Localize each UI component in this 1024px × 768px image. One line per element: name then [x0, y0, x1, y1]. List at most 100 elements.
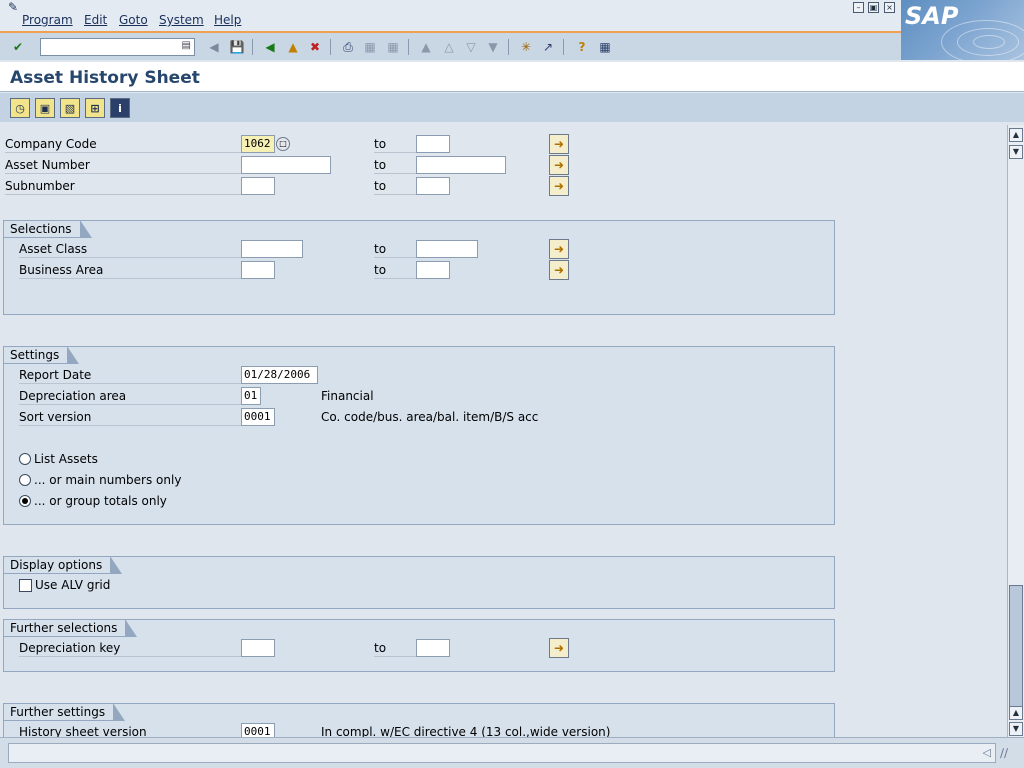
menu-help[interactable]: Help: [214, 13, 241, 27]
ripple-decoration: [973, 35, 1005, 49]
main-numbers-label[interactable]: ... or main numbers only: [34, 473, 181, 487]
asset-number-label: Asset Number: [5, 157, 241, 174]
multiple-selection-button[interactable]: ➜: [549, 155, 569, 175]
report-date-label: Report Date: [19, 367, 241, 384]
window-menu-icon[interactable]: ✎: [8, 0, 18, 14]
selection-options-icon[interactable]: ▧: [60, 98, 80, 118]
subnumber-from-input[interactable]: [241, 177, 275, 195]
scroll-thumb[interactable]: [1009, 585, 1023, 707]
business-area-label: Business Area: [19, 262, 241, 279]
business-area-from-input[interactable]: [241, 261, 275, 279]
subnumber-to-label: to: [374, 178, 416, 195]
toolbar-separator: [563, 39, 564, 55]
find-icon[interactable]: ▦: [361, 38, 379, 56]
get-variant-icon[interactable]: ▣: [35, 98, 55, 118]
report-date-input[interactable]: 01/28/2006: [241, 366, 318, 384]
shortcut-icon[interactable]: ↗: [539, 38, 557, 56]
dynamic-selections-icon[interactable]: ⊞: [85, 98, 105, 118]
depreciation-key-to-input[interactable]: [416, 639, 450, 657]
company-code-to-label: to: [374, 136, 416, 153]
multiple-selection-button[interactable]: ➜: [549, 260, 569, 280]
command-field[interactable]: ▤: [40, 38, 195, 56]
info-icon[interactable]: i: [110, 98, 130, 118]
alv-grid-checkbox[interactable]: [19, 579, 32, 592]
radio-selected-dot: [22, 498, 28, 504]
page-up-icon[interactable]: ▼: [1009, 145, 1023, 159]
status-expand-icon[interactable]: ◁: [983, 746, 991, 759]
scroll-down-icon[interactable]: ▼: [1009, 722, 1023, 736]
minimize-icon[interactable]: –: [853, 2, 864, 13]
title-bar: Asset History Sheet: [0, 62, 1024, 92]
further-settings-group-title: Further settings: [3, 703, 126, 721]
group-totals-radio[interactable]: [19, 495, 31, 507]
main-numbers-radio[interactable]: [19, 474, 31, 486]
next-page-icon[interactable]: ▽: [462, 38, 480, 56]
enter-icon[interactable]: ✔: [9, 38, 27, 56]
help-icon[interactable]: ?: [573, 38, 591, 56]
print-icon[interactable]: ⎙: [339, 38, 357, 56]
asset-number-to-input[interactable]: [416, 156, 506, 174]
previous-page-icon[interactable]: △: [440, 38, 458, 56]
layout-menu-icon[interactable]: ▦: [596, 38, 614, 56]
multiple-selection-button[interactable]: ➜: [549, 134, 569, 154]
company-code-label: Company Code: [5, 136, 241, 153]
sort-version-input[interactable]: 0001: [241, 408, 275, 426]
asset-class-from-input[interactable]: [241, 240, 303, 258]
multiple-selection-button[interactable]: ➜: [549, 239, 569, 259]
status-message-field: ◁: [8, 743, 996, 763]
exit-icon[interactable]: ▲: [284, 38, 302, 56]
depreciation-key-from-input[interactable]: [241, 639, 275, 657]
menu-goto[interactable]: Goto: [119, 13, 148, 27]
status-bar: ◁ ∕∕: [0, 737, 1024, 768]
application-toolbar: ◷ ▣ ▧ ⊞ i: [0, 93, 1024, 122]
company-code-from-input[interactable]: 1062: [241, 135, 275, 153]
sap-brand-area: SAP: [901, 0, 1024, 60]
multiple-selection-button[interactable]: ➜: [549, 176, 569, 196]
save-icon[interactable]: 💾: [228, 38, 246, 56]
history-sheet-version-label: History sheet version: [19, 724, 241, 737]
maximize-icon[interactable]: ▣: [868, 2, 879, 13]
list-assets-radio[interactable]: [19, 453, 31, 465]
menu-program[interactable]: Program: [22, 13, 73, 27]
value-help-icon[interactable]: □: [276, 137, 290, 151]
menu-system[interactable]: System: [159, 13, 204, 27]
close-window-icon[interactable]: ×: [884, 2, 895, 13]
depreciation-area-label: Depreciation area: [19, 388, 241, 405]
back-arrow-icon[interactable]: ◀: [205, 38, 223, 56]
history-sheet-version-input[interactable]: 0001: [241, 723, 275, 737]
list-assets-label[interactable]: List Assets: [34, 452, 98, 466]
business-area-to-input[interactable]: [416, 261, 450, 279]
asset-number-from-input[interactable]: [241, 156, 331, 174]
group-totals-label[interactable]: ... or group totals only: [34, 494, 167, 508]
sap-logo: SAP: [905, 2, 959, 30]
back-icon[interactable]: ◀: [261, 38, 279, 56]
find-next-icon[interactable]: ▦: [384, 38, 402, 56]
scroll-up-icon[interactable]: ▲: [1009, 128, 1023, 142]
system-toolbar: ✔ ▤ ◀ 💾 ◀ ▲ ✖ ⎙ ▦ ▦ ▲ △ ▽ ▼ ✳ ↗ ? ▦: [0, 31, 901, 60]
alv-grid-label[interactable]: Use ALV grid: [35, 578, 110, 592]
subnumber-to-input[interactable]: [416, 177, 450, 195]
create-session-icon[interactable]: ✳: [517, 38, 535, 56]
execute-icon[interactable]: ◷: [10, 98, 30, 118]
menu-edit[interactable]: Edit: [84, 13, 107, 27]
depreciation-key-label: Depreciation key: [19, 640, 241, 657]
menu-bar: ✎ Program Edit Goto System Help – ▣ ×: [0, 0, 1024, 31]
first-page-icon[interactable]: ▲: [417, 38, 435, 56]
company-code-to-input[interactable]: [416, 135, 450, 153]
last-page-icon[interactable]: ▼: [484, 38, 502, 56]
asset-number-to-label: to: [374, 157, 416, 174]
command-history-icon[interactable]: ▤: [182, 40, 191, 51]
selections-group: Selections Asset Class to ➜ Business Are…: [3, 220, 835, 315]
page-down-icon[interactable]: ▲: [1009, 706, 1023, 720]
multiple-selection-button[interactable]: ➜: [549, 638, 569, 658]
sort-version-label: Sort version: [19, 409, 241, 426]
history-sheet-version-description: In compl. w/EC directive 4 (13 col.,wide…: [321, 725, 611, 737]
asset-class-to-input[interactable]: [416, 240, 478, 258]
cancel-icon[interactable]: ✖: [306, 38, 324, 56]
vertical-scrollbar[interactable]: ▲ ▼ ▲ ▼: [1007, 125, 1024, 737]
selections-group-title: Selections: [3, 220, 92, 238]
toolbar-separator: [408, 39, 409, 55]
further-settings-group: Further settings History sheet version 0…: [3, 703, 835, 737]
depreciation-area-input[interactable]: 01: [241, 387, 261, 405]
sap-window: ✎ Program Edit Goto System Help – ▣ × SA…: [0, 0, 1024, 768]
